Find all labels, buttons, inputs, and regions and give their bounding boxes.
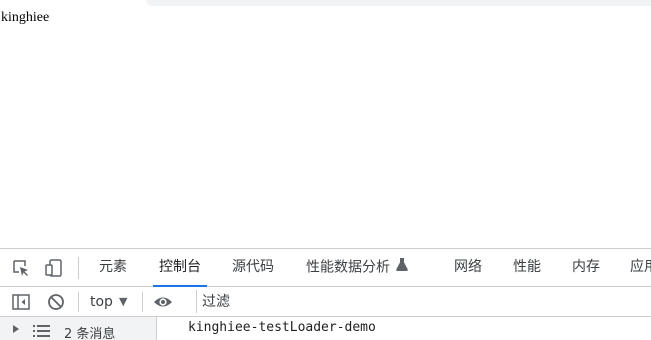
console-sidebar: 2 条消息 xyxy=(0,317,157,340)
page: kinghiee 元素 控制台 源代码 性能数据分析 网络 性能 内存 应 to… xyxy=(0,0,651,340)
devtools-panel: 元素 控制台 源代码 性能数据分析 网络 性能 内存 应用 xyxy=(0,248,651,340)
browser-toolbar-strip xyxy=(146,0,651,6)
console-log-line: kinghiee-testLoader-demo xyxy=(188,320,376,335)
devtools-tabbar: 元素 控制台 源代码 性能数据分析 网络 性能 内存 应用 xyxy=(0,249,651,287)
console-toolbar: top ▼ xyxy=(0,287,651,317)
messages-count-label[interactable]: 2 条消息 xyxy=(64,323,115,340)
tab-memory[interactable]: 内存 xyxy=(572,249,600,286)
flask-icon xyxy=(396,249,408,286)
tab-performance[interactable]: 性能 xyxy=(513,249,541,286)
toolbar-divider xyxy=(78,292,79,312)
eye-icon[interactable] xyxy=(153,292,173,312)
tab-performance-insights-label: 性能数据分析 xyxy=(306,259,390,276)
toolbar-divider xyxy=(78,257,79,279)
tab-elements[interactable]: 元素 xyxy=(99,249,127,286)
tab-console[interactable]: 控制台 xyxy=(153,249,207,287)
console-body: 2 条消息 kinghiee-testLoader-demo xyxy=(0,317,651,340)
device-toggle-icon[interactable] xyxy=(44,258,64,278)
list-icon xyxy=(33,324,51,340)
tab-network[interactable]: 网络 xyxy=(454,249,482,286)
context-selector[interactable]: top ▼ xyxy=(90,287,127,316)
tab-sources[interactable]: 源代码 xyxy=(232,249,274,286)
tab-application[interactable]: 应用 xyxy=(630,249,651,286)
clear-console-icon[interactable] xyxy=(46,292,66,312)
sidebar-toggle-icon[interactable] xyxy=(11,292,31,312)
browser-top-edge xyxy=(0,0,651,10)
page-body-text: kinghiee xyxy=(1,10,50,25)
context-selector-value: top xyxy=(90,294,113,310)
expand-arrow-icon[interactable] xyxy=(13,325,19,333)
tab-performance-insights[interactable]: 性能数据分析 xyxy=(306,249,408,286)
toolbar-divider xyxy=(142,292,143,312)
dropdown-caret-icon: ▼ xyxy=(118,295,128,308)
inspect-element-icon[interactable] xyxy=(11,258,31,278)
filter-input[interactable] xyxy=(196,290,651,313)
